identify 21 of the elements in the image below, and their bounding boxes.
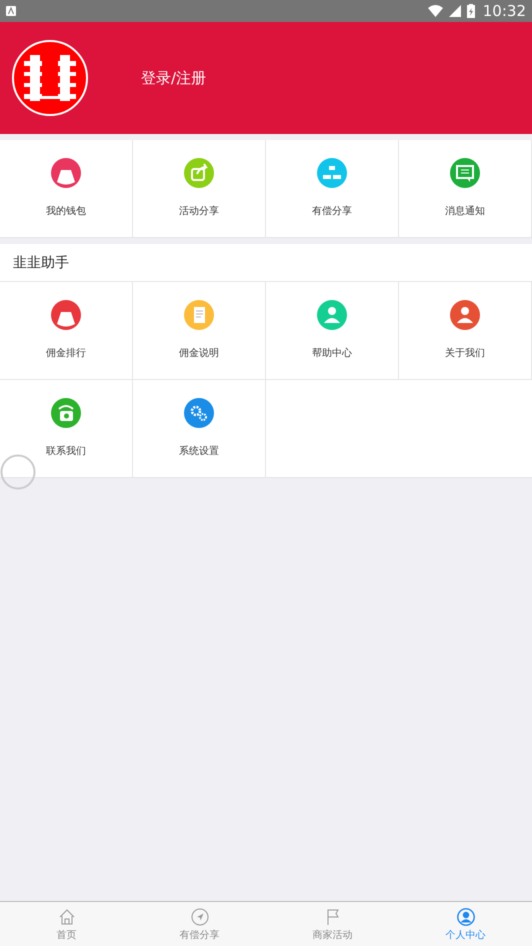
menu-tile[interactable]: 系统设置 [133,380,266,478]
menu-tile[interactable]: 有偿分享 [266,140,399,238]
menu-tile[interactable]: 消息通知 [399,140,532,238]
login-register-link[interactable]: 登录/注册 [141,68,206,88]
menu-tile[interactable]: 佣金说明 [133,282,266,380]
user-icon [456,908,474,926]
menu-tile[interactable]: 帮助中心 [266,282,399,380]
menu-tile[interactable]: 活动分享 [133,140,266,238]
menu-tile[interactable]: 联系我们 [0,380,133,478]
loading-spinner-icon [0,454,36,490]
menu-tile[interactable]: 佣金排行 [0,282,133,380]
menu-tile[interactable]: 我的钱包 [0,140,133,238]
navigation-icon [190,908,208,926]
battery-icon [466,4,475,18]
notification-icon [6,6,16,16]
menu-tile[interactable]: 关于我们 [399,282,532,380]
wifi-icon [428,5,443,17]
signal-icon [448,5,461,17]
section-title: 韭韭助手 [13,254,69,272]
status-time: 10:32 [482,2,526,20]
home-icon [58,908,76,926]
